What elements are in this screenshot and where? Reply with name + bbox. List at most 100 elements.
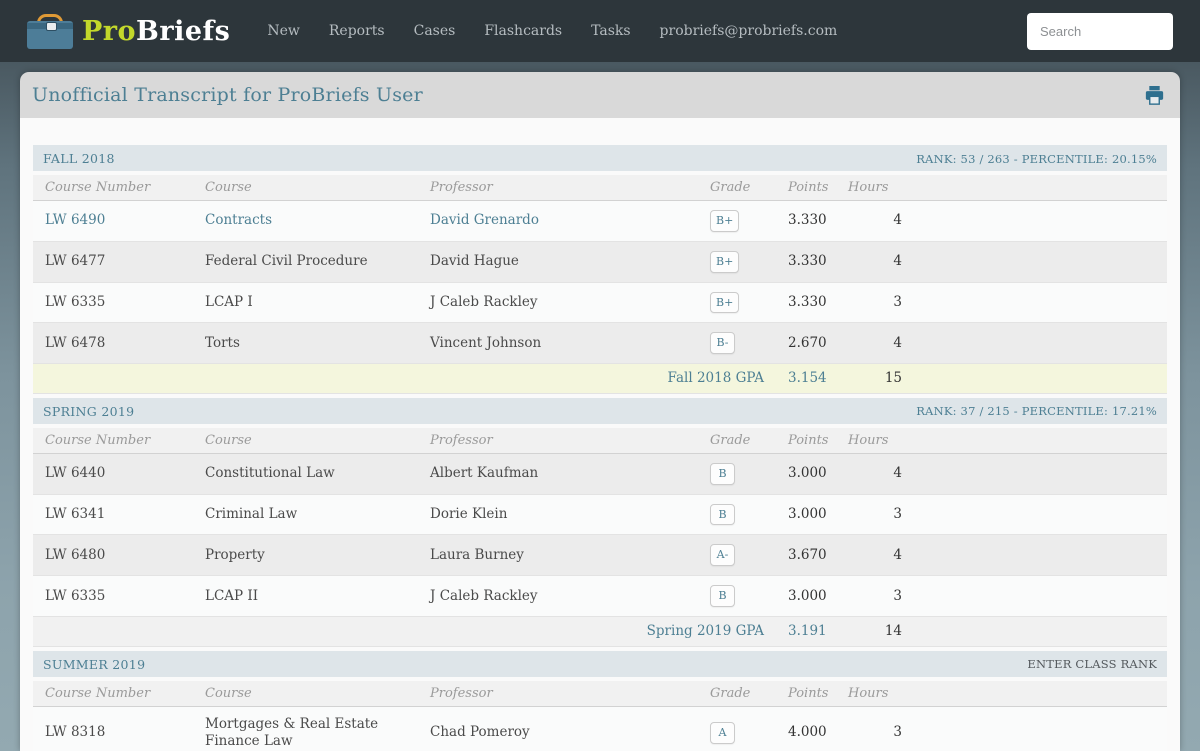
hours-cell: 4 — [836, 322, 914, 364]
nav-item-cases[interactable]: Cases — [414, 23, 456, 39]
professor-link[interactable]: Albert Kaufman — [418, 453, 698, 495]
header-points: Points — [776, 427, 836, 454]
course-row[interactable]: LW 6480 Property Laura Burney A- 3.670 4 — [33, 534, 1167, 577]
course-link[interactable]: Constitutional Law — [193, 453, 418, 495]
professor-link[interactable]: David Grenardo — [418, 200, 698, 242]
points-cell: 3.000 — [776, 453, 836, 495]
professor-link[interactable]: J Caleb Rackley — [418, 575, 698, 617]
term-band: SUMMER 2019 ENTER CLASS RANK — [33, 650, 1167, 677]
term-section: SUMMER 2019 ENTER CLASS RANK Course Numb… — [33, 650, 1167, 751]
course-number-cell[interactable]: LW 6477 — [33, 241, 193, 283]
table-header-row: Course Number Course Professor Grade Poi… — [33, 680, 1167, 707]
term-band: SPRING 2019 RANK: 37 / 215 - PERCENTILE:… — [33, 397, 1167, 424]
professor-link[interactable]: David Hague — [418, 241, 698, 283]
search-input[interactable] — [1027, 12, 1173, 50]
table-header-row: Course Number Course Professor Grade Poi… — [33, 427, 1167, 454]
course-row[interactable]: LW 8318 Mortgages & Real Estate Finance … — [33, 706, 1167, 751]
course-number-cell[interactable]: LW 6341 — [33, 494, 193, 536]
course-row[interactable]: LW 6490 Contracts David Grenardo B+ 3.33… — [33, 200, 1167, 242]
enter-class-rank-link[interactable]: ENTER CLASS RANK — [1027, 657, 1157, 671]
term-band: FALL 2018 RANK: 53 / 263 - PERCENTILE: 2… — [33, 145, 1167, 171]
points-cell: 3.000 — [776, 494, 836, 536]
gpa-hours: 14 — [836, 616, 914, 647]
nav-item-flashcards[interactable]: Flashcards — [484, 23, 562, 39]
points-cell: 3.330 — [776, 241, 836, 283]
hours-cell: 3 — [836, 575, 914, 617]
course-link[interactable]: Federal Civil Procedure — [193, 241, 418, 283]
nav-item-reports[interactable]: Reports — [329, 23, 385, 39]
grade-cell: B+ — [698, 200, 776, 242]
gpa-label: Spring 2019 GPA — [33, 616, 776, 647]
course-number-cell[interactable]: LW 8318 — [33, 706, 193, 751]
page-title: Unofficial Transcript for ProBriefs User — [32, 84, 423, 106]
header-grade: Grade — [698, 427, 776, 454]
header-course-number: Course Number — [33, 680, 193, 707]
header-points: Points — [776, 680, 836, 707]
header-course-number: Course Number — [33, 427, 193, 454]
course-row[interactable]: LW 6335 LCAP II J Caleb Rackley B 3.000 … — [33, 575, 1167, 617]
professor-link[interactable]: Chad Pomeroy — [418, 706, 698, 751]
professor-link[interactable]: Dorie Klein — [418, 494, 698, 536]
course-row[interactable]: LW 6477 Federal Civil Procedure David Ha… — [33, 241, 1167, 283]
course-link[interactable]: Criminal Law — [193, 494, 418, 536]
briefcase-icon — [27, 13, 73, 49]
grade-badge: B+ — [710, 210, 740, 232]
app-logo[interactable]: ProBriefs — [27, 13, 230, 49]
header-professor: Professor — [418, 175, 698, 201]
course-number-cell[interactable]: LW 6478 — [33, 322, 193, 364]
hours-cell: 4 — [836, 241, 914, 283]
print-button[interactable] — [1144, 85, 1165, 105]
term-label: SUMMER 2019 — [43, 656, 146, 672]
professor-link[interactable]: Laura Burney — [418, 534, 698, 577]
course-link[interactable]: Mortgages & Real Estate Finance Law — [193, 706, 418, 751]
grade-cell: B+ — [698, 282, 776, 324]
professor-link[interactable]: J Caleb Rackley — [418, 282, 698, 324]
grades-table: Course Number Course Professor Grade Poi… — [33, 427, 1167, 647]
rank-text: RANK: 37 / 215 - PERCENTILE: 17.21% — [916, 404, 1157, 419]
course-number-cell[interactable]: LW 6480 — [33, 534, 193, 577]
gpa-points: 3.191 — [776, 616, 836, 647]
grades-table: Course Number Course Professor Grade Poi… — [33, 175, 1167, 394]
course-link[interactable]: Torts — [193, 322, 418, 364]
card-header: Unofficial Transcript for ProBriefs User — [20, 72, 1180, 118]
course-number-cell[interactable]: LW 6440 — [33, 453, 193, 495]
grade-badge: B — [710, 462, 735, 485]
navbar: ProBriefs New Reports Cases Flashcards Tasks… — [0, 0, 1200, 62]
course-number-cell[interactable]: LW 6335 — [33, 282, 193, 324]
term-label: FALL 2018 — [43, 151, 115, 166]
course-number-cell[interactable]: LW 6490 — [33, 200, 193, 242]
transcript-body: FALL 2018 RANK: 53 / 263 - PERCENTILE: 2… — [20, 118, 1180, 751]
header-grade: Grade — [698, 175, 776, 201]
course-link[interactable]: LCAP II — [193, 575, 418, 617]
header-course-number: Course Number — [33, 175, 193, 201]
hours-cell: 4 — [836, 453, 914, 495]
account-email-link[interactable]: probriefs@probriefs.com — [660, 23, 838, 39]
grades-table: Course Number Course Professor Grade Poi… — [33, 680, 1167, 751]
course-row[interactable]: LW 6335 LCAP I J Caleb Rackley B+ 3.330 … — [33, 282, 1167, 324]
grade-badge: B+ — [710, 291, 740, 314]
transcript-card: Unofficial Transcript for ProBriefs User… — [20, 72, 1180, 751]
grade-badge: B — [710, 503, 735, 526]
course-link[interactable]: Contracts — [193, 200, 418, 242]
header-professor: Professor — [418, 680, 698, 707]
points-cell: 3.330 — [776, 282, 836, 324]
hours-cell: 4 — [836, 200, 914, 242]
course-link[interactable]: Property — [193, 534, 418, 577]
nav-item-new[interactable]: New — [267, 23, 300, 39]
header-course: Course — [193, 680, 418, 707]
course-link[interactable]: LCAP I — [193, 282, 418, 324]
grade-badge: B- — [710, 332, 735, 354]
professor-link[interactable]: Vincent Johnson — [418, 322, 698, 364]
header-grade: Grade — [698, 680, 776, 707]
grade-badge: A — [710, 721, 735, 744]
nav-item-tasks[interactable]: Tasks — [591, 23, 630, 39]
hours-cell: 3 — [836, 282, 914, 324]
gpa-row: Fall 2018 GPA 3.154 15 — [33, 363, 1167, 394]
course-number-cell[interactable]: LW 6335 — [33, 575, 193, 617]
course-row[interactable]: LW 6341 Criminal Law Dorie Klein B 3.000… — [33, 494, 1167, 536]
points-cell: 2.670 — [776, 322, 836, 364]
grade-badge: A- — [710, 544, 735, 567]
course-row[interactable]: LW 6440 Constitutional Law Albert Kaufma… — [33, 453, 1167, 495]
course-row[interactable]: LW 6478 Torts Vincent Johnson B- 2.670 4 — [33, 322, 1167, 364]
table-header-row: Course Number Course Professor Grade Poi… — [33, 175, 1167, 201]
